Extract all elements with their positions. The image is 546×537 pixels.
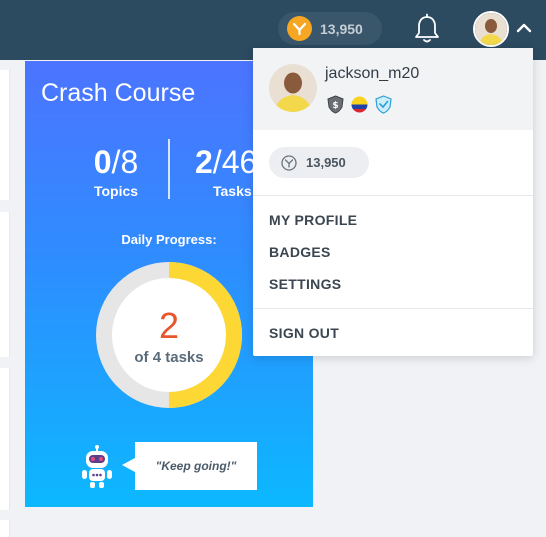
svg-text:$: $: [332, 101, 338, 111]
topics-done: 0: [93, 144, 112, 180]
blue-shield-badge-icon[interactable]: [374, 95, 393, 114]
speech-bubble: "Keep going!": [122, 442, 257, 490]
tasks-total: /46: [212, 144, 258, 180]
topics-stat: 0/8 Topics: [75, 145, 157, 199]
left-panel-edge: [0, 520, 10, 537]
menu-item-badges[interactable]: BADGES: [269, 244, 331, 260]
left-panel-edge: [0, 212, 10, 357]
dollar-shield-badge-icon[interactable]: $: [326, 95, 345, 114]
username: jackson_m20: [325, 65, 420, 82]
left-panel-edge: [0, 70, 10, 200]
topics-total: /8: [111, 144, 139, 180]
menu-item-settings[interactable]: SETTINGS: [269, 276, 341, 292]
colombia-flag-badge-icon[interactable]: [350, 95, 369, 114]
dropdown-profile-header: jackson_m20 $: [253, 48, 533, 130]
coin-icon: [287, 16, 312, 41]
robot-mascot-icon: [82, 445, 112, 488]
topics-label: Topics: [93, 183, 139, 199]
daily-progress-subtitle: of 4 tasks: [134, 349, 204, 366]
speech-text: "Keep going!": [155, 459, 237, 473]
menu-divider: [253, 308, 533, 309]
left-panel-edge: [0, 368, 10, 510]
dropdown-coin-balance[interactable]: 13,950: [269, 147, 369, 178]
bell-icon[interactable]: [413, 13, 441, 45]
dropdown-coin-count: 13,950: [306, 155, 346, 170]
coin-icon: [281, 154, 297, 171]
menu-divider: [253, 195, 533, 196]
user-dropdown-menu: jackson_m20 $ 13,950 MY PROFILE BADGES S…: [253, 48, 533, 356]
coin-balance-button[interactable]: 13,950: [278, 12, 382, 45]
menu-item-sign-out[interactable]: SIGN OUT: [269, 325, 339, 341]
menu-item-my-profile[interactable]: MY PROFILE: [269, 212, 357, 228]
user-avatar-button[interactable]: [473, 11, 509, 47]
avatar: [475, 13, 507, 45]
stat-divider: [168, 139, 170, 199]
daily-progress-count: 2: [158, 305, 180, 346]
coin-count: 13,950: [320, 20, 363, 37]
avatar[interactable]: [269, 64, 317, 112]
avatar-image: [269, 64, 317, 112]
tasks-done: 2: [195, 144, 213, 180]
chevron-up-icon[interactable]: [515, 21, 533, 35]
card-title: Crash Course: [41, 79, 196, 107]
